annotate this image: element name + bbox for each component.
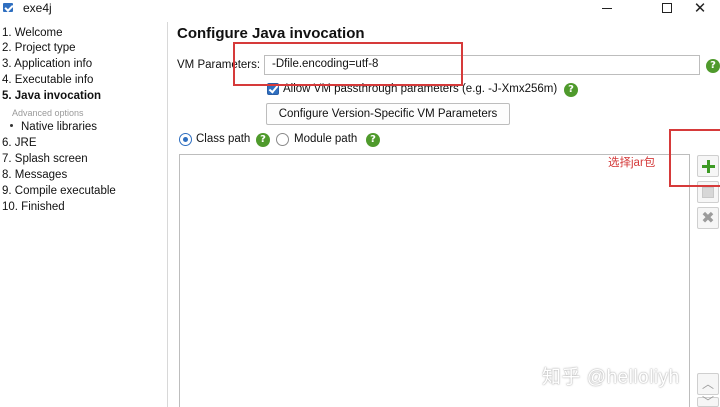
sidebar-item-project-type[interactable]: 2. Project type bbox=[2, 42, 76, 54]
move-up-icon: ︿ bbox=[701, 377, 714, 391]
sidebar-item-jre[interactable]: 6. JRE bbox=[2, 137, 37, 149]
class-path-radio[interactable] bbox=[179, 133, 192, 146]
sidebar-item-executable-info[interactable]: 4. Executable info bbox=[2, 74, 93, 86]
vm-passthrough-help-icon[interactable]: ? bbox=[564, 83, 578, 97]
module-path-radio[interactable] bbox=[276, 133, 289, 146]
module-path-label: Module path bbox=[294, 133, 358, 145]
move-up-button[interactable]: ︿ bbox=[697, 373, 719, 395]
sidebar-item-splash-screen[interactable]: 7. Splash screen bbox=[2, 153, 88, 165]
watermark: 知乎 @helloliyh bbox=[542, 367, 680, 388]
maximize-icon bbox=[662, 3, 672, 13]
close-icon: ✕ bbox=[693, 0, 707, 17]
vm-parameters-help-icon[interactable]: ? bbox=[706, 59, 720, 73]
module-path-help-icon[interactable]: ? bbox=[366, 133, 380, 147]
sidebar-item-welcome[interactable]: 1. Welcome bbox=[2, 27, 63, 39]
close-button[interactable]: ✕ bbox=[680, 0, 720, 16]
page-title: Configure Java invocation bbox=[177, 25, 365, 42]
sidebar-item-messages[interactable]: 8. Messages bbox=[2, 169, 67, 181]
delete-classpath-entry-button[interactable]: ✖ bbox=[697, 207, 719, 229]
move-down-icon: ﹀ bbox=[701, 395, 714, 407]
edit-icon bbox=[702, 186, 714, 198]
sidebar-subheader-advanced-options: Advanced options bbox=[12, 108, 84, 118]
move-down-button[interactable]: ﹀ bbox=[697, 395, 719, 407]
sidebar-item-label: Native libraries bbox=[21, 121, 98, 133]
sidebar-item-finished[interactable]: 10. Finished bbox=[2, 201, 65, 213]
class-path-help-icon[interactable]: ? bbox=[256, 133, 270, 147]
minimize-button[interactable] bbox=[584, 0, 630, 16]
wizard-sidebar: 1. Welcome 2. Project type 3. Applicatio… bbox=[0, 22, 168, 407]
sidebar-item-java-invocation[interactable]: 5. Java invocation bbox=[2, 90, 101, 102]
configure-version-specific-vm-parameters-button[interactable]: Configure Version-Specific VM Parameters bbox=[266, 103, 510, 125]
class-path-label: Class path bbox=[196, 133, 251, 145]
window-title: exe4j bbox=[23, 1, 52, 15]
title-bar: exe4j ✕ bbox=[0, 0, 720, 16]
annotation-box-vm-parameters bbox=[233, 42, 463, 86]
exe4j-app-icon bbox=[3, 3, 13, 12]
annotation-note: 选择jar包 bbox=[608, 157, 656, 169]
sidebar-item-compile-executable[interactable]: 9. Compile executable bbox=[2, 185, 116, 197]
annotation-box-add-button bbox=[669, 129, 720, 187]
bullet-icon bbox=[10, 124, 13, 128]
sidebar-item-native-libraries[interactable]: Native libraries bbox=[10, 121, 97, 133]
minimize-icon bbox=[602, 7, 612, 9]
delete-icon: ✖ bbox=[701, 208, 715, 227]
sidebar-item-application-info[interactable]: 3. Application info bbox=[2, 58, 92, 70]
